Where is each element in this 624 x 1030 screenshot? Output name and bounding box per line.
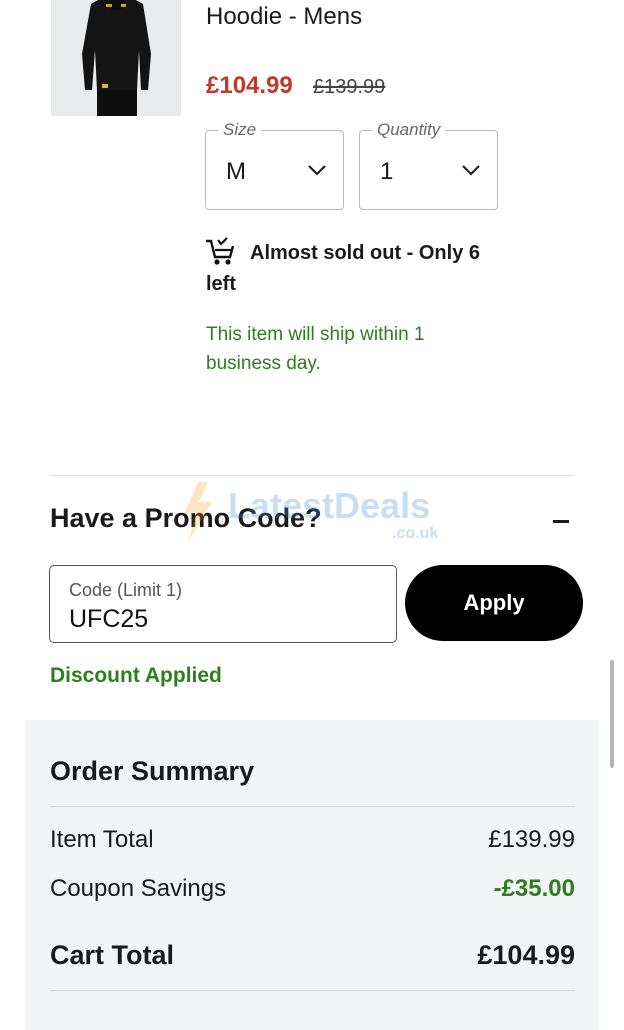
product-image[interactable] — [51, 0, 181, 116]
sale-price: £104.99 — [206, 72, 293, 99]
discount-applied-message: Discount Applied — [50, 664, 222, 687]
section-divider — [51, 475, 573, 476]
coupon-savings-value: -£35.00 — [493, 875, 575, 902]
hoodie-photo — [51, 0, 181, 116]
promo-code-value[interactable]: UFC25 — [69, 605, 148, 634]
svg-text:.co.uk: .co.uk — [392, 525, 438, 542]
summary-divider — [50, 806, 575, 807]
svg-text:LatestDeals: LatestDeals — [228, 485, 430, 526]
promo-code-input[interactable]: Code (Limit 1) UFC25 — [49, 565, 397, 643]
size-label: Size — [218, 120, 262, 140]
quantity-select[interactable]: Quantity 1 — [359, 120, 498, 210]
cart-total-label: Cart Total — [50, 940, 175, 970]
size-select[interactable]: Size M — [205, 120, 344, 210]
chevron-down-icon — [308, 165, 326, 176]
quantity-label: Quantity — [372, 120, 446, 140]
size-value: M — [226, 158, 246, 185]
apply-button[interactable]: Apply — [405, 565, 583, 641]
scrollbar-thumb[interactable] — [610, 660, 614, 768]
summary-divider — [50, 990, 575, 991]
order-summary-title: Order Summary — [50, 756, 255, 786]
coupon-savings-label: Coupon Savings — [50, 875, 227, 902]
promo-code-label: Code (Limit 1) — [69, 580, 183, 600]
stock-status: Almost sold out - Only 6 left — [206, 242, 481, 295]
minus-icon[interactable] — [553, 520, 569, 523]
item-total-label: Item Total — [50, 826, 154, 853]
chevron-down-icon — [462, 165, 480, 176]
original-price: £139.99 — [313, 76, 386, 98]
shipping-info: This item will ship within 1 business da… — [206, 324, 425, 374]
quantity-value: 1 — [380, 158, 394, 185]
product-title: Hoodie - Mens — [206, 3, 363, 30]
item-total-value: £139.99 — [488, 826, 575, 853]
cart-total-value: £104.99 — [477, 940, 575, 970]
latestdeals-watermark: LatestDeals .co.uk — [184, 482, 438, 542]
